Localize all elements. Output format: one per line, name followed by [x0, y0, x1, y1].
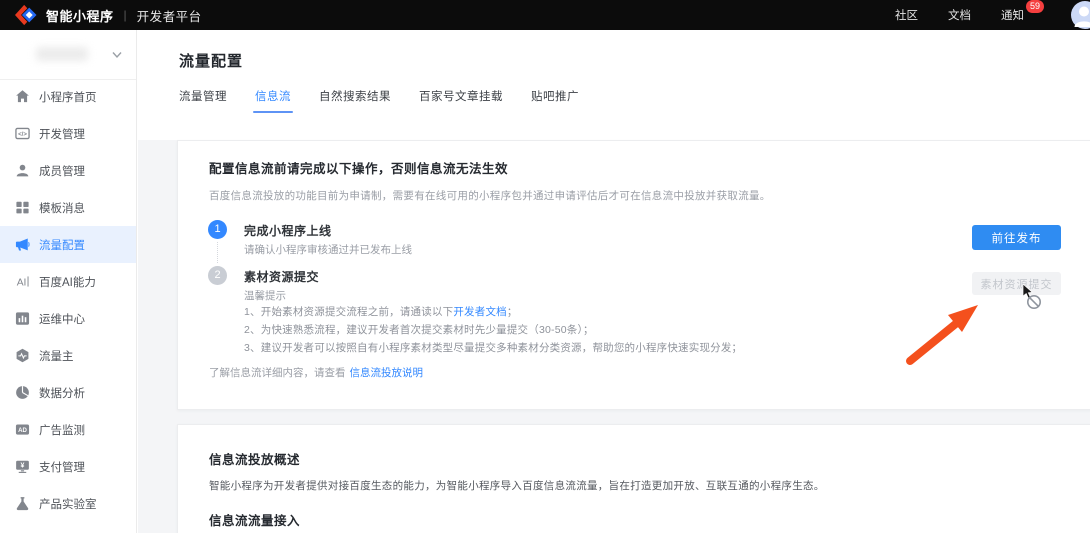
- tab-traffic-manage[interactable]: 流量管理: [179, 88, 227, 113]
- nav-notifications-label: 通知: [1001, 10, 1024, 22]
- step-1-description: 请确认小程序审核通过并已发布上线: [244, 242, 412, 257]
- sidebar-item-label: 支付管理: [39, 459, 85, 475]
- top-nav: 社区 文档 通知 59: [895, 0, 1024, 30]
- submit-material-button[interactable]: 素材资源提交: [972, 272, 1061, 295]
- brand[interactable]: 智能小程序 | 开发者平台: [14, 4, 202, 26]
- red-annotation-arrow: [904, 301, 986, 367]
- card-footer: 了解信息流详细内容，请查看信息流投放说明: [209, 365, 423, 380]
- pie-chart-icon: [15, 385, 30, 400]
- sidebar-item-label: 数据分析: [39, 385, 85, 401]
- feed-delivery-doc-link[interactable]: 信息流投放说明: [350, 367, 424, 379]
- template-grid-icon: [15, 200, 30, 215]
- avatar-person-icon: [1071, 1, 1090, 29]
- tab-bar: 流量管理 信息流 自然搜索结果 百家号文章挂载 贴吧推广: [179, 88, 579, 113]
- sidebar-item-label: 产品实验室: [39, 496, 97, 512]
- sidebar-item-label: 百度AI能力: [39, 274, 96, 290]
- sidebar: 小程序首页 </> 开发管理 成员管理 模板消息: [0, 30, 137, 533]
- overview-section-title: 信息流投放概述: [209, 449, 300, 468]
- pulse-hexagon-icon: [15, 348, 30, 363]
- tip-line-1: 1、开始素材资源提交流程之前，请通读以下开发者文档；: [244, 303, 742, 321]
- page-header: 流量配置 流量管理 信息流 自然搜索结果 百家号文章挂载 贴吧推广: [138, 30, 1090, 140]
- ai-icon: AI: [15, 274, 30, 289]
- sidebar-item-label: 小程序首页: [39, 89, 97, 105]
- ad-badge-icon: AD: [15, 422, 30, 437]
- tab-baijiahao-mount[interactable]: 百家号文章挂载: [419, 88, 503, 113]
- tip-line-2: 2、为快速熟悉流程，建议开发者首次提交素材时先少量提交（30-50条）；: [244, 321, 742, 339]
- tab-natural-search[interactable]: 自然搜索结果: [319, 88, 391, 113]
- sidebar-item-ad-monitor[interactable]: AD 广告监测: [0, 411, 136, 448]
- payment-monitor-icon: ¥: [15, 459, 30, 474]
- sidebar-item-product-lab[interactable]: 产品实验室: [0, 485, 136, 522]
- step-1-title: 完成小程序上线: [244, 222, 332, 239]
- sidebar-item-baidu-ai[interactable]: AI 百度AI能力: [0, 263, 136, 300]
- sidebar-item-label: 流量配置: [39, 237, 85, 253]
- step-connector-line: [217, 242, 218, 263]
- sidebar-item-label: 开发管理: [39, 126, 85, 142]
- overview-section-body: 智能小程序为开发者提供对接百度生态的能力，为智能小程序导入百度信息流流量，旨在打…: [209, 478, 825, 493]
- sidebar-menu: 小程序首页 </> 开发管理 成员管理 模板消息: [0, 78, 136, 522]
- footer-text: 了解信息流详细内容，请查看: [209, 367, 346, 379]
- tab-tieba-promo[interactable]: 贴吧推广: [531, 88, 579, 113]
- go-publish-button[interactable]: 前往发布: [972, 225, 1061, 250]
- main-content: 流量配置 流量管理 信息流 自然搜索结果 百家号文章挂载 贴吧推广 配置信息流前…: [138, 30, 1090, 533]
- sidebar-item-home[interactable]: 小程序首页: [0, 78, 136, 115]
- brand-subtitle: 开发者平台: [137, 6, 202, 25]
- sidebar-item-data-analysis[interactable]: 数据分析: [0, 374, 136, 411]
- sidebar-item-template-msg[interactable]: 模板消息: [0, 189, 136, 226]
- sidebar-item-label: 广告监测: [39, 422, 85, 438]
- sidebar-item-traffic-config[interactable]: 流量配置: [0, 226, 136, 263]
- sidebar-item-payment[interactable]: ¥ 支付管理: [0, 448, 136, 485]
- app-window: 智能小程序 | 开发者平台 社区 文档 通知 59: [0, 0, 1090, 533]
- sidebar-item-label: 运维中心: [39, 311, 85, 327]
- feed-setup-card: 配置信息流前请完成以下操作，否则信息流无法生效 百度信息流投放的功能目前为申请制…: [177, 140, 1090, 410]
- nav-docs[interactable]: 文档: [948, 7, 971, 23]
- tip-line-3: 3、建议开发者可以按照自有小程序素材类型尽量提交多种素材分类资源，帮助您的小程序…: [244, 339, 742, 357]
- app-selector-dropdown[interactable]: [0, 30, 136, 80]
- svg-text:¥: ¥: [21, 463, 25, 470]
- tips-title: 温馨提示: [244, 288, 286, 303]
- brand-divider: |: [124, 8, 127, 22]
- feed-overview-card: 信息流投放概述 智能小程序为开发者提供对接百度生态的能力，为智能小程序导入百度信…: [177, 424, 1090, 533]
- megaphone-icon: [15, 237, 30, 252]
- bar-chart-icon: [15, 311, 30, 326]
- member-icon: [15, 163, 30, 178]
- flask-icon: [15, 496, 30, 511]
- nav-notifications[interactable]: 通知 59: [1001, 7, 1024, 23]
- sidebar-item-label: 成员管理: [39, 163, 85, 179]
- sidebar-item-ops-center[interactable]: 运维中心: [0, 300, 136, 337]
- svg-text:</>: </>: [18, 131, 27, 138]
- step-1-number: 1: [208, 220, 227, 239]
- step-2-title: 素材资源提交: [244, 268, 319, 285]
- sidebar-item-label: 流量主: [39, 348, 74, 364]
- top-header-bar: 智能小程序 | 开发者平台 社区 文档 通知 59: [0, 0, 1090, 30]
- traffic-access-section-title: 信息流流量接入: [209, 510, 300, 529]
- smart-program-logo-icon: [14, 4, 38, 26]
- home-icon: [15, 89, 30, 104]
- brand-name: 智能小程序: [46, 6, 114, 25]
- tab-feed[interactable]: 信息流: [255, 88, 291, 113]
- nav-community[interactable]: 社区: [895, 7, 918, 23]
- page-title: 流量配置: [179, 50, 243, 71]
- setup-card-description: 百度信息流投放的功能目前为申请制，需要有在线可用的小程序包并通过申请评估后才可在…: [209, 188, 771, 203]
- svg-text:AD: AD: [18, 427, 27, 434]
- step-2-number: 2: [208, 266, 227, 285]
- sidebar-item-label: 模板消息: [39, 200, 85, 216]
- tips-list: 1、开始素材资源提交流程之前，请通读以下开发者文档； 2、为快速熟悉流程，建议开…: [244, 303, 742, 357]
- sidebar-item-members[interactable]: 成员管理: [0, 152, 136, 189]
- sidebar-item-dev-manage[interactable]: </> 开发管理: [0, 115, 136, 152]
- tip-1-text: 1、开始素材资源提交流程之前，请通读以下: [244, 306, 453, 318]
- developer-docs-link[interactable]: 开发者文档: [453, 306, 507, 318]
- setup-card-heading: 配置信息流前请完成以下操作，否则信息流无法生效: [209, 158, 508, 177]
- sidebar-item-traffic-owner[interactable]: 流量主: [0, 337, 136, 374]
- notification-badge: 59: [1026, 0, 1044, 13]
- chevron-down-icon: [112, 51, 122, 59]
- svg-text:AI: AI: [17, 277, 27, 288]
- user-avatar[interactable]: [1071, 1, 1090, 29]
- app-name-redacted: [36, 47, 88, 61]
- prohibited-icon: [1026, 294, 1042, 310]
- tip-1-suffix: ；: [507, 306, 518, 318]
- code-icon: </>: [15, 126, 30, 141]
